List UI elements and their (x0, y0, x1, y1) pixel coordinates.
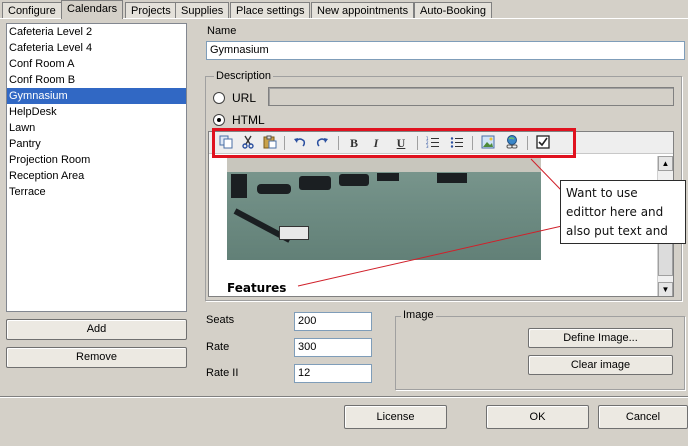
cancel-button[interactable]: Cancel (598, 405, 688, 429)
rate-ii-label: Rate II (206, 367, 239, 379)
image-group-title: Image (401, 309, 436, 321)
define-image-label: Define Image... (563, 332, 638, 344)
license-button[interactable]: License (344, 405, 447, 429)
cancel-label: Cancel (625, 411, 661, 423)
rate-ii-input[interactable]: 12 (294, 364, 372, 383)
clear-image-button[interactable]: Clear image (528, 355, 673, 375)
license-label: License (376, 411, 415, 423)
seats-label: Seats (206, 314, 235, 326)
define-image-button[interactable]: Define Image... (528, 328, 673, 348)
rate-label: Rate (206, 341, 230, 353)
ok-button[interactable]: OK (486, 405, 589, 429)
annotation-line (530, 158, 563, 192)
ok-label: OK (529, 411, 546, 423)
tab-calendars[interactable]: Calendars (61, 0, 124, 19)
rate-input[interactable]: 300 (294, 338, 372, 357)
clear-image-label: Clear image (570, 359, 631, 371)
annotation-callout: Want to use edittor here and also put te… (560, 180, 686, 244)
annotation-line (297, 225, 563, 287)
seats-input[interactable]: 200 (294, 312, 372, 331)
